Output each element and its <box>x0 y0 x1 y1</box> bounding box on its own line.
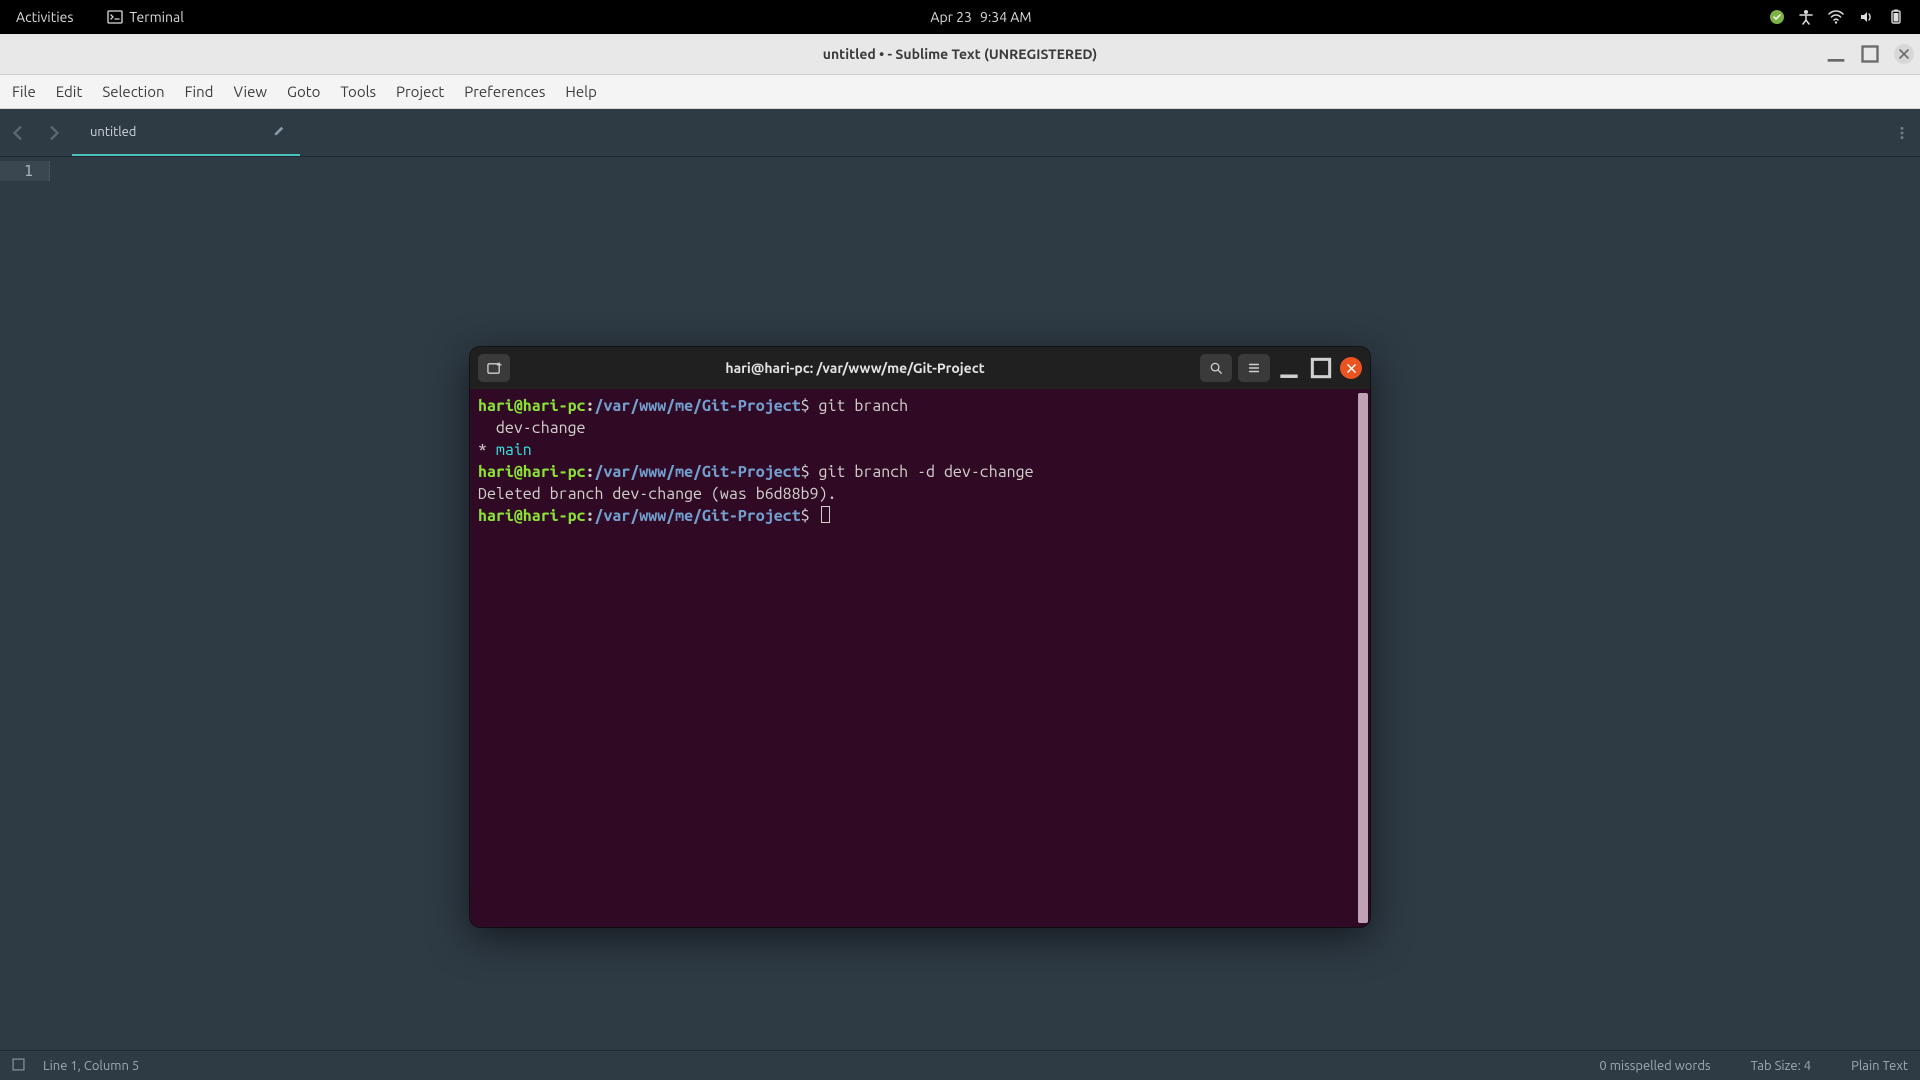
menu-preferences[interactable]: Preferences <box>454 77 555 106</box>
terminal-scrollbar[interactable] <box>1358 393 1368 923</box>
tab-label: untitled <box>90 125 136 139</box>
status-tabsize[interactable]: Tab Size: 4 <box>1751 1059 1812 1073</box>
menu-find[interactable]: Find <box>175 77 224 106</box>
window-minimize-button[interactable] <box>1826 44 1846 64</box>
terminal-cursor <box>821 506 830 523</box>
menu-edit[interactable]: Edit <box>46 77 93 106</box>
status-spellcheck[interactable]: 0 misspelled words <box>1599 1059 1710 1073</box>
terminal-titlebar: hari@hari-pc: /var/www/me/Git-Project <box>470 347 1370 389</box>
activities-button[interactable]: Activities <box>8 5 81 29</box>
window-title: untitled • - Sublime Text (UNREGISTERED) <box>823 46 1097 62</box>
prompt-path: /var/www/me/Git-Project <box>595 507 801 525</box>
tab-untitled[interactable]: untitled <box>72 109 300 156</box>
gnome-topbar: Activities Terminal Apr 23 9:34 AM <box>0 0 1920 34</box>
branch-line-devchange: dev-change <box>478 419 586 437</box>
menu-file[interactable]: File <box>2 77 46 106</box>
battery-icon[interactable] <box>1888 9 1904 25</box>
clock-date: Apr 23 <box>930 9 972 25</box>
menu-goto[interactable]: Goto <box>277 77 330 106</box>
terminal-output-deleted: Deleted branch dev-change (was b6d88b9). <box>478 485 836 503</box>
menu-tools[interactable]: Tools <box>330 77 386 106</box>
terminal-search-button[interactable] <box>1200 354 1232 382</box>
sublime-tabbar: untitled <box>0 109 1920 157</box>
tab-history-forward[interactable] <box>36 109 72 156</box>
terminal-close-button[interactable] <box>1340 357 1362 379</box>
window-maximize-button[interactable] <box>1860 44 1880 64</box>
sublime-statusbar: Line 1, Column 5 0 misspelled words Tab … <box>0 1050 1920 1080</box>
terminal-icon <box>107 9 123 25</box>
prompt-user: hari@hari-pc <box>478 397 586 415</box>
terminal-cmd-2: git branch -d dev-change <box>819 463 1034 481</box>
terminal-new-tab-button[interactable] <box>478 354 510 382</box>
sublime-titlebar: untitled • - Sublime Text (UNREGISTERED) <box>0 34 1920 75</box>
accessibility-icon[interactable] <box>1798 9 1814 25</box>
branch-star: * <box>478 441 496 459</box>
prompt-user: hari@hari-pc <box>478 507 586 525</box>
prompt-user: hari@hari-pc <box>478 463 586 481</box>
menu-view[interactable]: View <box>223 77 277 106</box>
terminal-cmd-1: git branch <box>819 397 909 415</box>
clock[interactable]: Apr 23 9:34 AM <box>192 9 1770 25</box>
wifi-icon[interactable] <box>1828 9 1844 25</box>
sublime-editor[interactable]: 1 hari@hari-pc: /var/www/me/Git-Project <box>0 157 1920 1050</box>
window-close-button[interactable] <box>1894 44 1914 64</box>
terminal-title: hari@hari-pc: /var/www/me/Git-Project <box>510 360 1200 376</box>
terminal-menu-button[interactable] <box>1238 354 1270 382</box>
clock-time: 9:34 AM <box>980 9 1032 25</box>
tab-dirty-icon <box>273 124 286 140</box>
status-cursor[interactable]: Line 1, Column 5 <box>43 1059 139 1073</box>
active-app-indicator[interactable]: Terminal <box>99 5 192 29</box>
tab-overflow-button[interactable] <box>1884 109 1920 156</box>
status-syntax[interactable]: Plain Text <box>1851 1059 1908 1073</box>
prompt-path: /var/www/me/Git-Project <box>595 463 801 481</box>
menu-project[interactable]: Project <box>386 77 454 106</box>
prompt-path: /var/www/me/Git-Project <box>595 397 801 415</box>
panel-switcher-icon[interactable] <box>12 1058 25 1074</box>
volume-icon[interactable] <box>1858 9 1874 25</box>
tab-history-back[interactable] <box>0 109 36 156</box>
terminal-body[interactable]: hari@hari-pc:/var/www/me/Git-Project$ gi… <box>470 389 1370 927</box>
menu-help[interactable]: Help <box>555 77 606 106</box>
editor-gutter: 1 <box>0 161 60 181</box>
notification-indicator-icon[interactable] <box>1770 10 1784 24</box>
branch-current: main <box>496 441 532 459</box>
menu-selection[interactable]: Selection <box>92 77 174 106</box>
terminal-maximize-button[interactable] <box>1308 355 1334 381</box>
terminal-window: hari@hari-pc: /var/www/me/Git-Project <box>470 347 1370 927</box>
active-app-label: Terminal <box>129 9 184 25</box>
line-number: 1 <box>0 161 50 181</box>
terminal-minimize-button[interactable] <box>1276 355 1302 381</box>
sublime-menubar: File Edit Selection Find View Goto Tools… <box>0 75 1920 109</box>
